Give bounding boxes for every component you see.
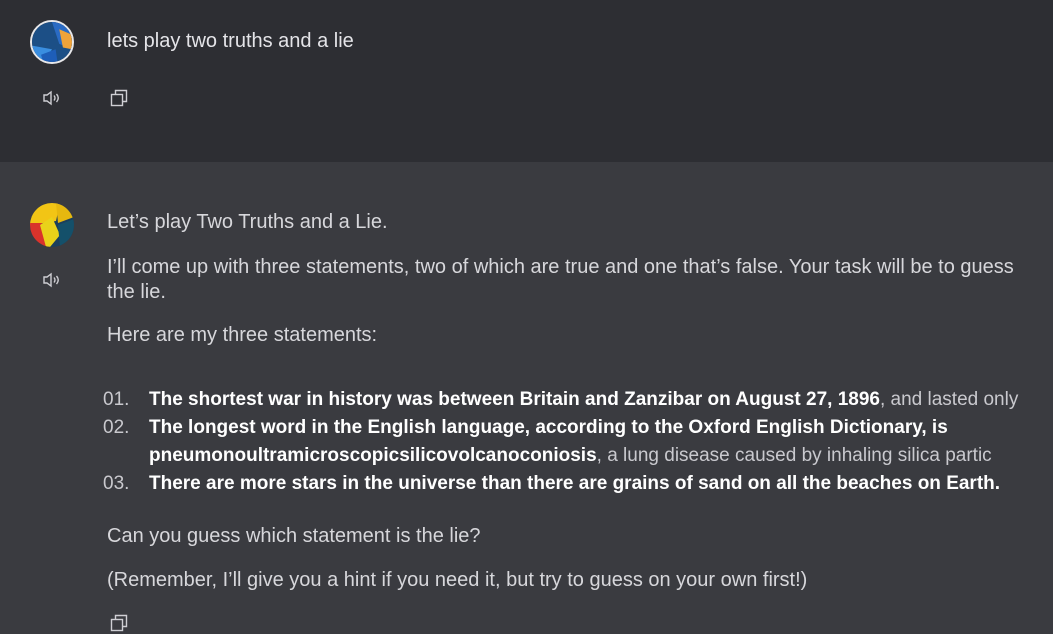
list-number: 01. (103, 389, 130, 410)
copy-icon[interactable] (108, 87, 130, 109)
reminder-text: (Remember, I’ll give you a hint if you n… (107, 569, 808, 591)
assistant-avatar (30, 203, 74, 247)
explanation-line: I’ll come up with three statements, two … (107, 256, 1014, 278)
user-message: lets play two truths and a lie (0, 0, 1053, 162)
assistant-message: Let’s play Two Truths and a Lie. I’ll co… (0, 162, 1053, 632)
question-text: Can you guess which statement is the lie… (107, 525, 481, 547)
list-item: 01. The shortest war in history was betw… (103, 386, 1053, 414)
statement-bold: There are more stars in the universe tha… (149, 473, 1001, 494)
assistant-message-content: Let’s play Two Truths and a Lie. I’ll co… (103, 210, 1053, 593)
list-item: 03. There are more stars in the universe… (103, 470, 1053, 498)
statement-bold: The longest word in the English language… (149, 417, 948, 438)
explanation-text: I’ll come up with three statements, two … (107, 255, 1053, 305)
user-message-text: lets play two truths and a lie (107, 30, 354, 52)
speaker-icon[interactable] (41, 269, 63, 291)
explanation-line: the lie. (107, 281, 166, 303)
speaker-icon[interactable] (41, 87, 63, 109)
intro-text: Let’s play Two Truths and a Lie. (107, 211, 388, 233)
list-number: 03. (103, 473, 130, 494)
statement-rest: , and lasted only (879, 389, 1019, 410)
statement-bold: pneumonoultramicroscopicsilicovolcanocon… (149, 445, 597, 466)
lead-in-text: Here are my three statements: (107, 324, 378, 346)
list-number: 02. (103, 417, 130, 438)
statement-bold: The shortest war in history was between … (149, 389, 880, 410)
statement-rest: , a lung disease caused by inhaling sili… (596, 445, 992, 466)
statement-list: 01. The shortest war in history was betw… (103, 386, 1053, 498)
list-item: 02. The longest word in the English lang… (103, 414, 1053, 470)
user-avatar (30, 20, 74, 64)
